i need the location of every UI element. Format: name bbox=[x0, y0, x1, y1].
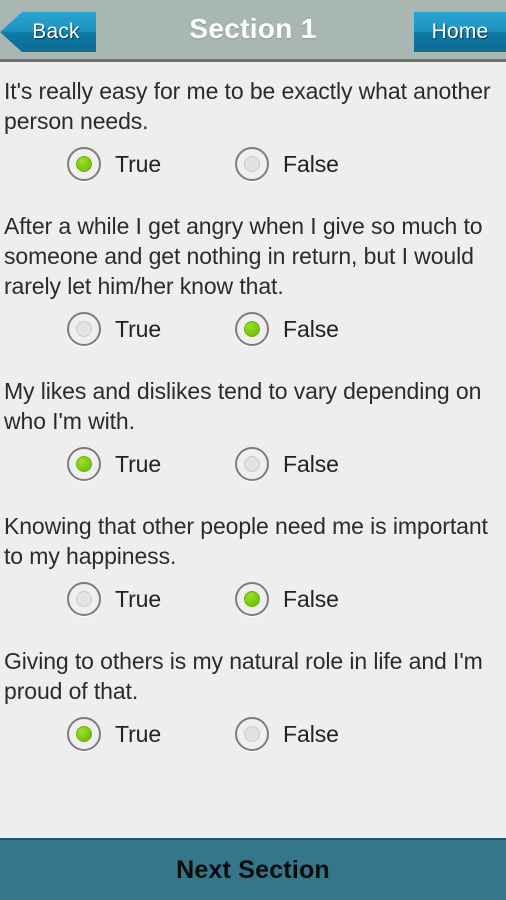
question-item: Knowing that other people need me is imp… bbox=[0, 497, 506, 632]
radio-true-icon[interactable] bbox=[67, 582, 101, 616]
question-text: Knowing that other people need me is imp… bbox=[4, 513, 488, 569]
option-false[interactable]: False bbox=[235, 147, 339, 181]
answer-options: True False bbox=[2, 136, 502, 197]
question-item: It's really easy for me to be exactly wh… bbox=[0, 62, 506, 197]
answer-options: True False bbox=[2, 301, 502, 362]
home-button[interactable]: Home bbox=[414, 12, 506, 52]
option-false[interactable]: False bbox=[235, 717, 339, 751]
app-header: Back Section 1 Home bbox=[0, 0, 506, 62]
option-false[interactable]: False bbox=[235, 447, 339, 481]
option-false-label: False bbox=[283, 720, 339, 747]
option-true[interactable]: True bbox=[67, 447, 161, 481]
question-text: After a while I get angry when I give so… bbox=[4, 213, 483, 299]
option-true[interactable]: True bbox=[67, 717, 161, 751]
radio-false-icon[interactable] bbox=[235, 147, 270, 181]
option-true-label: True bbox=[115, 150, 162, 177]
next-section-label: Next Section bbox=[176, 855, 330, 884]
option-false[interactable]: False bbox=[235, 582, 339, 616]
question-item: Giving to others is my natural role in l… bbox=[0, 632, 506, 767]
option-true[interactable]: True bbox=[67, 312, 161, 346]
answer-options: True False bbox=[2, 706, 502, 767]
option-false[interactable]: False bbox=[235, 312, 339, 346]
question-text: It's really easy for me to be exactly wh… bbox=[4, 78, 491, 134]
radio-true-icon[interactable] bbox=[67, 447, 101, 481]
radio-true-icon[interactable] bbox=[67, 147, 101, 181]
option-true-label: True bbox=[115, 720, 162, 747]
radio-false-icon[interactable] bbox=[235, 717, 270, 751]
question-item: My likes and dislikes tend to vary depen… bbox=[0, 362, 506, 497]
question-item: After a while I get angry when I give so… bbox=[0, 197, 506, 362]
option-false-label: False bbox=[283, 315, 339, 342]
radio-false-icon[interactable] bbox=[235, 447, 270, 481]
option-false-label: False bbox=[283, 450, 339, 477]
option-true-label: True bbox=[115, 315, 162, 342]
option-false-label: False bbox=[283, 585, 339, 612]
option-true[interactable]: True bbox=[67, 582, 161, 616]
option-true-label: True bbox=[115, 585, 162, 612]
answer-options: True False bbox=[2, 571, 502, 632]
home-button-label: Home bbox=[431, 20, 489, 43]
radio-true-icon[interactable] bbox=[67, 312, 101, 346]
answer-options: True False bbox=[2, 436, 502, 497]
question-text: Giving to others is my natural role in l… bbox=[4, 648, 483, 704]
radio-false-icon[interactable] bbox=[235, 312, 270, 346]
radio-true-icon[interactable] bbox=[67, 717, 101, 751]
option-true-label: True bbox=[115, 450, 162, 477]
radio-false-icon[interactable] bbox=[235, 582, 270, 616]
option-true[interactable]: True bbox=[67, 147, 161, 181]
question-text: My likes and dislikes tend to vary depen… bbox=[4, 378, 482, 434]
next-section-button[interactable]: Next Section bbox=[0, 838, 506, 900]
option-false-label: False bbox=[283, 150, 339, 177]
questionnaire-list[interactable]: It's really easy for me to be exactly wh… bbox=[0, 62, 506, 838]
